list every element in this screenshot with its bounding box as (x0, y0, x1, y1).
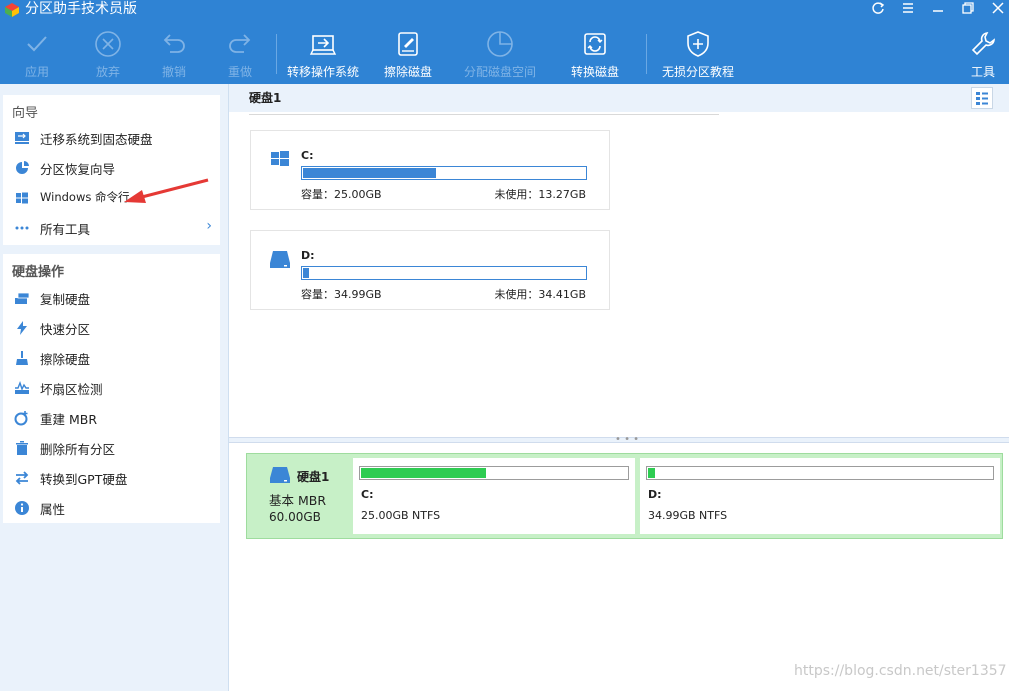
windows-drive-icon (271, 151, 289, 166)
restore-icon[interactable] (957, 1, 979, 19)
menu-item-partition-recovery[interactable]: 分区恢复向导 (3, 155, 220, 181)
menu-item-copy-disk[interactable]: 复制硬盘 (3, 285, 220, 311)
more-dots-icon (15, 226, 29, 230)
menu-item-migrate-ssd[interactable]: 迁移系统到固态硬盘 (3, 125, 220, 151)
migrate-os-button[interactable]: 转移操作系统 (284, 30, 362, 80)
discard-button[interactable]: 放弃 (89, 30, 127, 80)
wipe-disk-button[interactable]: 擦除磁盘 (380, 30, 436, 80)
drive-icon (270, 251, 290, 268)
disk-map-partition-c[interactable]: C: 25.00GB NTFS (353, 458, 635, 534)
disk-map-name: 硬盘1 (297, 470, 330, 484)
menu-item-delete-all[interactable]: 删除所有分区 (3, 435, 220, 461)
wizard-title: 向导 (12, 106, 39, 121)
disk-map[interactable]: 硬盘1 基本 MBR 60.00GB C: 25.00GB NTFS D: 34… (246, 453, 1003, 539)
refresh-icon[interactable] (867, 1, 889, 19)
info-icon (15, 501, 29, 515)
disk-ops-card: 硬盘操作 复制硬盘 快速分区 擦除硬盘 坏扇区检测 重建 MBR 删除所有分区 … (3, 254, 220, 523)
redo-button[interactable]: 重做 (221, 30, 259, 80)
main-panel: 硬盘1 C: 容量：25.00GB 未使用：13.27GB D: 容量：34.9… (228, 84, 1009, 691)
undo-button[interactable]: 撤销 (155, 30, 193, 80)
apply-button[interactable]: 应用 (18, 30, 56, 80)
partition-card-c[interactable]: C: 容量：25.00GB 未使用：13.27GB (250, 130, 610, 210)
convert-disk-button[interactable]: 转换磁盘 (567, 30, 623, 80)
capacity-label: 容量：25.00GB (301, 188, 382, 201)
tools-button[interactable]: 工具 (965, 30, 1001, 80)
rebuild-mbr-icon (14, 411, 28, 426)
menu-item-bad-sector[interactable]: 坏扇区检测 (3, 375, 220, 401)
panel-splitter[interactable]: • • • (229, 434, 1009, 445)
shield-plus-icon (687, 31, 709, 57)
menu-item-rebuild-mbr[interactable]: 重建 MBR (3, 405, 220, 431)
lightning-icon (17, 321, 27, 335)
migrate-ssd-icon (15, 132, 29, 144)
menu-item-convert-gpt[interactable]: 转换到GPT硬盘 (3, 465, 220, 491)
title-bar: 分区助手技术员版 (0, 0, 1009, 22)
list-view-icon (976, 92, 988, 105)
checkmark-icon (27, 36, 47, 52)
free-label: 未使用：13.27GB (494, 188, 586, 201)
wizard-card: 向导 迁移系统到固态硬盘 分区恢复向导 Windows 命令行 所有工具 › (3, 95, 220, 245)
divider (249, 114, 719, 115)
pie-chart-icon (487, 31, 513, 57)
usage-bar-fill (303, 268, 309, 278)
disk-icon (270, 467, 290, 483)
disk-header-title: 硬盘1 (249, 91, 282, 105)
app-title: 分区助手技术员版 (25, 1, 137, 17)
disk-map-partition-d[interactable]: D: 34.99GB NTFS (640, 458, 1000, 534)
allocate-space-button[interactable]: 分配磁盘空间 (461, 30, 539, 80)
watermark: https://blog.csdn.net/ster1357 (794, 663, 1007, 679)
grip-dots: • • • (615, 434, 640, 445)
redo-icon (229, 34, 251, 53)
bad-sector-icon (15, 380, 29, 394)
usage-bar-fill (303, 168, 436, 178)
capacity-label: 容量：34.99GB (301, 288, 382, 301)
partition-recovery-icon (16, 161, 29, 174)
partition-card-d[interactable]: D: 容量：34.99GB 未使用：34.41GB (250, 230, 610, 310)
convert-disk-icon (584, 33, 606, 55)
wipe-broom-icon (16, 351, 28, 365)
app-logo-icon (5, 3, 19, 17)
menu-item-windows-cmd[interactable]: Windows 命令行 (3, 185, 220, 211)
toolbar-separator (276, 34, 277, 74)
menu-item-wipe-disk[interactable]: 擦除硬盘 (3, 345, 220, 371)
trash-icon (16, 441, 28, 455)
wrench-icon (971, 32, 995, 56)
menu-item-properties[interactable]: 属性 (3, 495, 220, 521)
usage-bar (301, 266, 587, 280)
map-usage-bar-fill (648, 468, 655, 478)
wipe-disk-icon (398, 32, 418, 56)
menu-icon[interactable] (897, 1, 919, 19)
close-icon[interactable] (987, 1, 1009, 19)
undo-icon (163, 34, 185, 53)
windows-icon (16, 192, 28, 204)
map-usage-bar (359, 466, 629, 480)
usage-bar (301, 166, 587, 180)
free-label: 未使用：34.41GB (494, 288, 586, 301)
lossless-tutorial-button[interactable]: 无损分区教程 (659, 30, 737, 80)
disk-ops-title: 硬盘操作 (12, 265, 65, 280)
app-toolbar: 分区助手技术员版 应用 放弃 撤销 重做 转移操作系统 擦除磁盘 分配磁盘空间 … (0, 0, 1009, 84)
cancel-circle-icon (95, 31, 121, 57)
menu-item-all-tools[interactable]: 所有工具 › (3, 215, 220, 241)
left-panel: 向导 迁移系统到固态硬盘 分区恢复向导 Windows 命令行 所有工具 › 硬… (0, 84, 228, 691)
migrate-os-icon (309, 35, 337, 55)
copy-disk-icon (15, 292, 30, 304)
disk-header: 硬盘1 (229, 84, 1009, 112)
toolbar-separator (646, 34, 647, 74)
disk-map-info: 硬盘1 基本 MBR 60.00GB (247, 454, 350, 538)
map-usage-bar-fill (361, 468, 486, 478)
disk-map-size: 60.00GB (269, 510, 321, 524)
view-toggle-button[interactable] (971, 87, 993, 109)
chevron-right-icon: › (206, 218, 212, 234)
disk-map-type: 基本 MBR (269, 493, 327, 508)
map-usage-bar (646, 466, 994, 480)
convert-gpt-icon (15, 471, 29, 485)
menu-item-quick-partition[interactable]: 快速分区 (3, 315, 220, 341)
minimize-icon[interactable] (927, 1, 949, 19)
